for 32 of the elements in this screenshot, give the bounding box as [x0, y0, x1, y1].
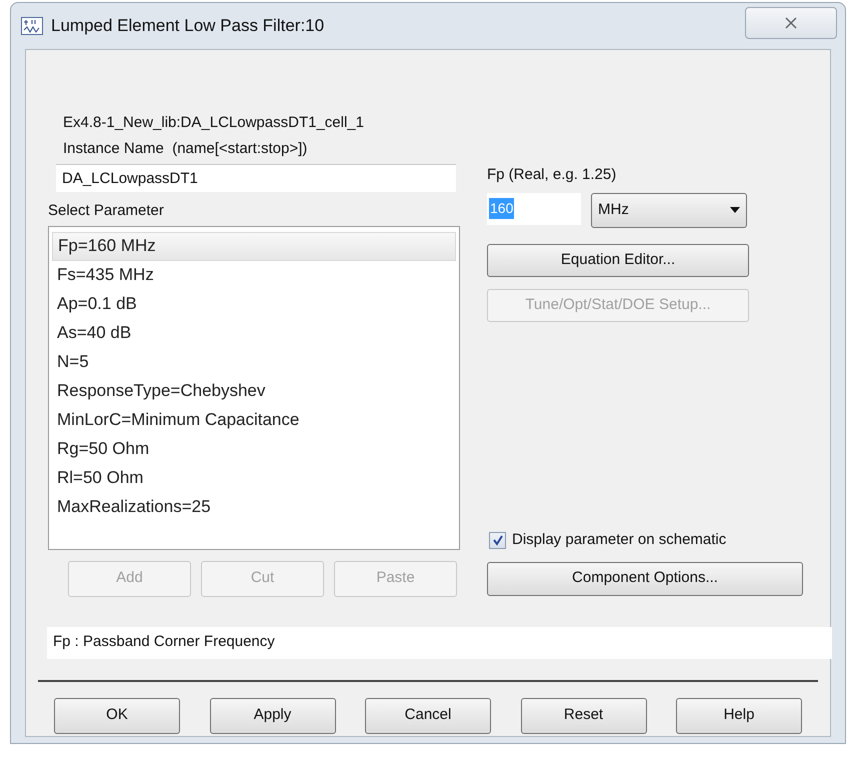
parameter-item[interactable]: Rl=50 Ohm — [52, 464, 456, 492]
display-checkbox-label: Display parameter on schematic — [512, 530, 726, 550]
side-action-button[interactable]: Equation Editor... — [487, 244, 749, 276]
window-title: Lumped Element Low Pass Filter:10 — [51, 15, 324, 38]
parameter-item[interactable]: Fs=435 MHz — [52, 260, 456, 290]
component-options-button[interactable]: Component Options... — [487, 562, 803, 596]
parameter-item[interactable]: Rg=50 Ohm — [52, 434, 456, 464]
dialog-button[interactable]: Reset — [520, 698, 646, 734]
parameter-item[interactable]: MinLorC=Minimum Capacitance — [52, 406, 456, 434]
parameter-item[interactable]: Ap=0.1 dB — [52, 290, 456, 318]
value-label: Fp (Real, e.g. 1.25) — [487, 165, 618, 185]
instance-name-field[interactable]: DA_LCLowpassDT1 — [56, 164, 456, 192]
parameter-item[interactable]: MaxRealizations=25 — [52, 492, 456, 522]
dialog-button[interactable]: Cancel — [365, 698, 491, 734]
app-icon — [21, 17, 43, 35]
parameter-item[interactable]: As=40 dB — [52, 318, 456, 348]
select-parameter-label: Select Parameter — [48, 201, 165, 221]
close-icon — [785, 17, 797, 29]
dialog-button[interactable]: Help — [676, 698, 802, 734]
unit-dropdown[interactable]: MHz — [591, 192, 747, 228]
parameter-item[interactable]: Fp=160 MHz — [52, 232, 456, 260]
dialog-button[interactable]: Apply — [210, 698, 336, 734]
description-field: Fp : Passband Corner Frequency — [47, 626, 832, 658]
cell-path-label: Ex4.8-1_New_lib:DA_LCLowpassDT1_cell_1 — [63, 113, 365, 133]
check-icon — [492, 534, 504, 546]
instance-name-label: Instance Name (name[<start:stop>]) — [63, 138, 308, 158]
parameter-item[interactable]: N=5 — [52, 348, 456, 376]
dropdown-arrow-icon — [730, 207, 740, 213]
dialog-button[interactable]: OK — [54, 698, 180, 734]
selected-value-text: 160 — [489, 198, 514, 219]
display-checkbox[interactable] — [489, 532, 506, 549]
parameter-item[interactable]: ResponseType=Chebyshev — [52, 376, 456, 406]
